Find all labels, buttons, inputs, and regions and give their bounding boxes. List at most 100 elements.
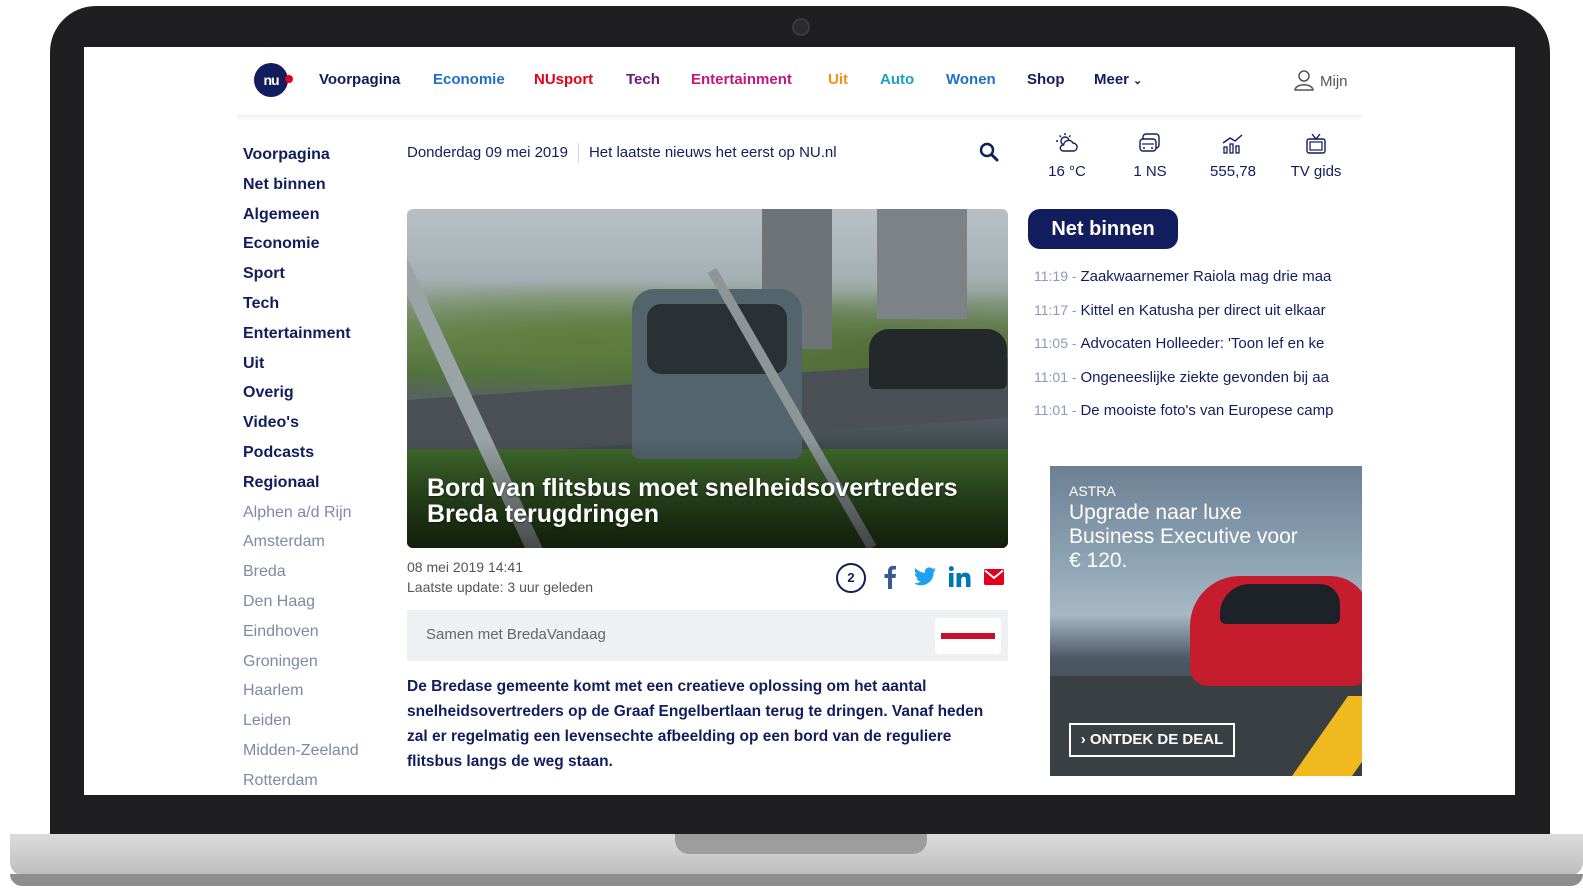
partner-banner[interactable]: Samen met BredaVandaag	[407, 610, 1008, 661]
sidebar-item-algemeen[interactable]: Algemeen	[243, 200, 383, 230]
ad-cta-button[interactable]: › ONTDEK DE DEAL	[1069, 723, 1235, 757]
traffic-widget[interactable]: 1 NS	[1110, 131, 1190, 180]
top-navigation: nu Voorpagina Economie NUsport Tech Ente…	[237, 47, 1362, 116]
user-icon	[1294, 69, 1314, 95]
browser-viewport: nu Voorpagina Economie NUsport Tech Ente…	[84, 47, 1515, 795]
list-item[interactable]: 11:01 - De mooiste foto's van Europese c…	[1034, 397, 1362, 431]
hero-image[interactable]: Bord van flitsbus moet snelheidsovertred…	[407, 209, 1008, 548]
sidebar-item-net-binnen[interactable]: Net binnen	[243, 170, 383, 200]
divider	[577, 143, 579, 163]
update-time: Laatste update: 3 uur geleden	[407, 579, 594, 595]
nu-logo[interactable]: nu	[254, 63, 288, 97]
mail-icon[interactable]	[984, 569, 1004, 590]
sidebar-region-alphen[interactable]: Alphen a/d Rijn	[243, 498, 383, 528]
news-time: 11:05	[1034, 335, 1068, 352]
nav-entertainment[interactable]: Entertainment	[691, 71, 792, 88]
camera-icon	[792, 18, 810, 36]
sidebar-region-midden-zeeland[interactable]: Midden-Zeeland	[243, 736, 383, 766]
nav-shop[interactable]: Shop	[1027, 71, 1065, 88]
news-time: 11:01	[1034, 368, 1068, 385]
logo-dot	[285, 75, 293, 83]
laptop-hinge	[675, 834, 927, 854]
facebook-icon[interactable]	[883, 565, 897, 594]
sidebar-item-voorpagina[interactable]: Voorpagina	[243, 140, 383, 170]
sidebar-item-uit[interactable]: Uit	[243, 349, 383, 379]
news-headline: Ongeneeslijke ziekte gevonden bij aa	[1080, 368, 1329, 386]
nav-wonen[interactable]: Wonen	[946, 71, 996, 88]
chevron-right-icon: ›	[1080, 731, 1090, 748]
aex-value: 555,78	[1210, 163, 1256, 180]
ns-value: 1 NS	[1133, 163, 1167, 180]
list-item[interactable]: 11:17 - Kittel en Katusha per direct uit…	[1034, 297, 1362, 331]
hero-car	[869, 329, 1007, 389]
nav-uit[interactable]: Uit	[828, 71, 848, 88]
twitter-icon[interactable]	[914, 567, 936, 591]
tv-guide-label: TV gids	[1290, 163, 1342, 180]
list-item[interactable]: 11:05 - Advocaten Holleeder: 'Toon lef e…	[1034, 330, 1362, 364]
sidebar-item-overig[interactable]: Overig	[243, 378, 383, 408]
nav-tech[interactable]: Tech	[626, 71, 660, 88]
article-title[interactable]: Bord van flitsbus moet snelheidsovertred…	[427, 475, 997, 527]
news-time: 11:17	[1034, 301, 1068, 318]
section-sidebar: Voorpagina Net binnen Algemeen Economie …	[243, 140, 383, 795]
list-item[interactable]: 11:19 - Zaakwaarnemer Raiola mag drie ma…	[1034, 263, 1362, 297]
sidebar-region-eindhoven[interactable]: Eindhoven	[243, 617, 383, 647]
sidebar-region-groningen[interactable]: Groningen	[243, 647, 383, 677]
tv-icon	[1306, 133, 1326, 154]
nav-auto[interactable]: Auto	[880, 71, 914, 88]
news-time: 11:19	[1034, 268, 1068, 284]
sidebar-item-regionaal[interactable]: Regionaal	[243, 468, 383, 498]
sidebar-item-videos[interactable]: Video's	[243, 408, 383, 438]
partner-logo-mark	[941, 633, 995, 639]
article-lead: De Bredase gemeente komt met een creatie…	[407, 678, 984, 770]
nav-meer[interactable]: Meer ⌄	[1094, 71, 1142, 88]
weather-icon	[1056, 133, 1078, 152]
sidebar-region-amsterdam[interactable]: Amsterdam	[243, 527, 383, 557]
sidebar-region-leiden[interactable]: Leiden	[243, 706, 383, 736]
dateline: Donderdag 09 mei 2019 Het laatste nieuws …	[407, 143, 837, 163]
nav-voorpagina[interactable]: Voorpagina	[319, 71, 400, 88]
sidebar-item-economie[interactable]: Economie	[243, 229, 383, 259]
sidebar-region-breda[interactable]: Breda	[243, 557, 383, 587]
sidebar-region-haarlem[interactable]: Haarlem	[243, 676, 383, 706]
tagline: Het laatste nieuws het eerst op NU.nl	[588, 143, 837, 161]
current-date: Donderdag 09 mei 2019	[407, 143, 568, 161]
linkedin-icon[interactable]	[948, 566, 971, 592]
partner-label: Samen met BredaVandaag	[426, 626, 606, 643]
news-headline: Kittel en Katusha per direct uit elkaar	[1080, 301, 1326, 319]
news-headline: Advocaten Holleeder: 'Toon lef en ke	[1080, 335, 1325, 353]
sidebar-item-entertainment[interactable]: Entertainment	[243, 319, 383, 349]
sidebar-item-tech[interactable]: Tech	[243, 289, 383, 319]
ad-car-windshield	[1220, 584, 1340, 624]
account-label: Mijn	[1320, 72, 1348, 90]
account-link[interactable]: Mijn	[1294, 69, 1348, 95]
net-binnen-list: 11:19 - Zaakwaarnemer Raiola mag drie ma…	[1034, 263, 1362, 431]
list-item[interactable]: 11:01 - Ongeneeslijke ziekte gevonden bi…	[1034, 364, 1362, 398]
stock-widget[interactable]: 555,78	[1193, 131, 1273, 180]
sidebar-region-rotterdam[interactable]: Rotterdam	[243, 766, 383, 795]
tv-widget[interactable]: TV gids	[1276, 131, 1356, 180]
ad-brand: ASTRA	[1069, 483, 1116, 499]
search-icon[interactable]	[979, 142, 999, 167]
publish-date: 08 mei 2019 14:41	[407, 559, 523, 575]
ad-headline: Upgrade naar luxe Business Executive voo…	[1069, 501, 1298, 572]
weather-widget[interactable]: 16 °C	[1027, 131, 1107, 180]
temperature-value: 16 °C	[1048, 163, 1086, 180]
stock-chart-icon	[1222, 134, 1243, 154]
nav-nusport[interactable]: NUsport	[534, 71, 593, 88]
news-time: 11:01	[1034, 402, 1068, 419]
news-headline: De mooiste foto's van Europese camp	[1080, 402, 1334, 420]
sidebar-item-sport[interactable]: Sport	[243, 259, 383, 289]
laptop-base-shadow	[10, 874, 1583, 886]
nav-economie[interactable]: Economie	[433, 71, 505, 88]
train-icon	[1139, 133, 1160, 152]
sidebar-item-podcasts[interactable]: Podcasts	[243, 438, 383, 468]
net-binnen-heading[interactable]: Net binnen	[1028, 209, 1178, 249]
astra-advertisement[interactable]: ASTRA Upgrade naar luxe Business Executi…	[1050, 466, 1362, 776]
bredavandaag-logo	[935, 618, 1001, 654]
hero-building	[877, 209, 967, 319]
chevron-down-icon: ⌄	[1133, 75, 1143, 87]
sidebar-region-den-haag[interactable]: Den Haag	[243, 587, 383, 617]
comments-count[interactable]: 2	[836, 563, 866, 593]
news-headline: Zaakwaarnemer Raiola mag drie maa	[1080, 268, 1332, 285]
